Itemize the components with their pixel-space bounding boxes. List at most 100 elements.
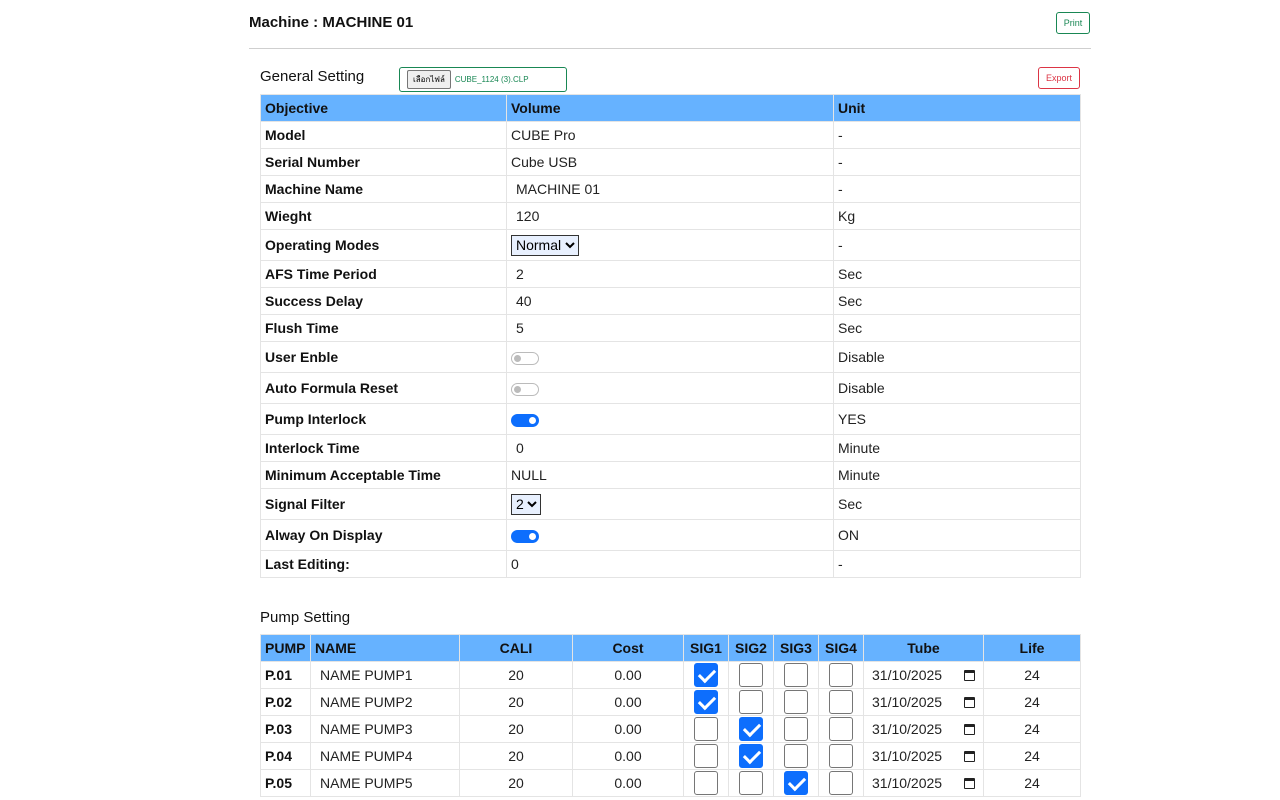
pump-name-input[interactable]: NAME PUMP3 [310, 715, 460, 743]
calendar-icon[interactable] [964, 750, 975, 762]
sig3-checkbox[interactable] [784, 717, 808, 741]
pump-id: P.04 [260, 742, 311, 770]
pump-life-value: 24 [983, 688, 1081, 716]
tube-date-input[interactable]: 31/10/2025 [868, 775, 979, 791]
tube-date-value: 31/10/2025 [872, 748, 943, 764]
operating-mode-select[interactable]: Normal [511, 234, 579, 256]
export-button[interactable]: Export [1038, 67, 1080, 89]
setting-unit: Sec [833, 314, 1081, 342]
tube-date-input[interactable]: 31/10/2025 [868, 721, 979, 737]
calendar-icon[interactable] [964, 696, 975, 708]
setting-label: Signal Filter [260, 488, 507, 520]
setting-label: Model [260, 121, 507, 149]
calendar-icon[interactable] [964, 723, 975, 735]
setting-row-success-delay: Success Delay 40 Sec [260, 287, 1081, 315]
pump-name-input[interactable]: NAME PUMP1 [310, 661, 460, 689]
setting-row-interlock-time: Interlock Time 0 Minute [260, 434, 1081, 462]
success-delay-input[interactable]: 40 [506, 287, 834, 315]
tube-date-input[interactable]: 31/10/2025 [868, 748, 979, 764]
setting-unit: - [833, 121, 1081, 149]
pump-row: P.04 NAME PUMP4 20 0.00 31/10/2025 24 [260, 742, 1081, 770]
sig3-checkbox[interactable] [784, 663, 808, 687]
setting-unit: - [833, 148, 1081, 176]
pump-cali-input[interactable]: 20 [459, 742, 573, 770]
sig1-checkbox[interactable] [694, 744, 718, 768]
always-on-display-toggle[interactable] [511, 529, 539, 543]
sig2-checkbox[interactable] [739, 690, 763, 714]
setting-row-user-enable: User Enble Disable [260, 341, 1081, 373]
machine-name-input[interactable]: MACHINE 01 [506, 175, 834, 203]
user-enable-toggle[interactable] [511, 351, 539, 365]
sig3-checkbox[interactable] [784, 744, 808, 768]
column-header-cost: Cost [572, 634, 684, 662]
sig3-checkbox[interactable] [784, 690, 808, 714]
sig3-checkbox[interactable] [784, 771, 808, 795]
sig4-checkbox[interactable] [829, 717, 853, 741]
pump-cali-input[interactable]: 20 [459, 715, 573, 743]
pump-cost-input[interactable]: 0.00 [572, 661, 684, 689]
sig4-checkbox[interactable] [829, 690, 853, 714]
column-header-volume: Volume [506, 94, 834, 122]
pump-cali-input[interactable]: 20 [459, 688, 573, 716]
pump-cali-input[interactable]: 20 [459, 769, 573, 797]
sig4-checkbox[interactable] [829, 663, 853, 687]
sig4-checkbox[interactable] [829, 771, 853, 795]
choose-file-button[interactable]: เลือกไฟล์ [407, 70, 451, 89]
tube-date-input[interactable]: 31/10/2025 [868, 667, 979, 683]
setting-unit: Minute [833, 461, 1081, 489]
sig4-checkbox[interactable] [829, 744, 853, 768]
afs-time-period-input[interactable]: 2 [506, 260, 834, 288]
pump-name-input[interactable]: NAME PUMP2 [310, 688, 460, 716]
pump-cali-input[interactable]: 20 [459, 661, 573, 689]
column-header-pump: PUMP [260, 634, 311, 662]
column-header-sig3: SIG3 [773, 634, 819, 662]
sig1-checkbox[interactable] [694, 663, 718, 687]
sig1-checkbox[interactable] [694, 717, 718, 741]
setting-row-weight: Wieght 120 Kg [260, 202, 1081, 230]
tube-date-input[interactable]: 31/10/2025 [868, 694, 979, 710]
setting-unit: Disable [833, 341, 1081, 373]
sig2-checkbox[interactable] [739, 717, 763, 741]
print-button[interactable]: Print [1056, 12, 1090, 34]
tube-date-value: 31/10/2025 [872, 775, 943, 791]
pump-cost-input[interactable]: 0.00 [572, 715, 684, 743]
sig2-checkbox[interactable] [739, 744, 763, 768]
setting-unit: Kg [833, 202, 1081, 230]
calendar-icon[interactable] [964, 669, 975, 681]
file-input[interactable]: เลือกไฟล์ CUBE_1124 (3).CLP [399, 67, 567, 92]
auto-formula-reset-toggle[interactable] [511, 382, 539, 396]
sig1-checkbox[interactable] [694, 771, 718, 795]
pump-interlock-toggle[interactable] [511, 413, 539, 427]
setting-unit: Sec [833, 260, 1081, 288]
flush-time-input[interactable]: 5 [506, 314, 834, 342]
pump-cost-input[interactable]: 0.00 [572, 769, 684, 797]
pump-life-value: 24 [983, 715, 1081, 743]
sig2-checkbox[interactable] [739, 771, 763, 795]
pump-row: P.01 NAME PUMP1 20 0.00 31/10/2025 24 [260, 661, 1081, 689]
interlock-time-input[interactable]: 0 [506, 434, 834, 462]
general-setting-table: Objective Volume Unit Model CUBE Pro - S… [260, 94, 1081, 578]
sig1-checkbox[interactable] [694, 690, 718, 714]
pump-row: P.05 NAME PUMP5 20 0.00 31/10/2025 24 [260, 769, 1081, 797]
weight-input[interactable]: 120 [506, 202, 834, 230]
setting-row-signal-filter: Signal Filter 2 Sec [260, 488, 1081, 520]
column-header-unit: Unit [833, 94, 1081, 122]
pump-id: P.05 [260, 769, 311, 797]
pump-life-value: 24 [983, 661, 1081, 689]
signal-filter-select[interactable]: 2 [511, 493, 541, 515]
setting-unit: - [833, 229, 1081, 261]
pump-cost-input[interactable]: 0.00 [572, 742, 684, 770]
pump-name-input[interactable]: NAME PUMP4 [310, 742, 460, 770]
pump-id: P.02 [260, 688, 311, 716]
setting-row-minimum-acceptable-time: Minimum Acceptable Time NULL Minute [260, 461, 1081, 489]
pump-setting-title: Pump Setting [260, 609, 351, 626]
pump-name-input[interactable]: NAME PUMP5 [310, 769, 460, 797]
pump-row: P.03 NAME PUMP3 20 0.00 31/10/2025 24 [260, 715, 1081, 743]
pump-cost-input[interactable]: 0.00 [572, 688, 684, 716]
sig2-checkbox[interactable] [739, 663, 763, 687]
setting-label: Machine Name [260, 175, 507, 203]
column-header-sig4: SIG4 [818, 634, 864, 662]
setting-label: Operating Modes [260, 229, 507, 261]
calendar-icon[interactable] [964, 777, 975, 789]
pump-id: P.03 [260, 715, 311, 743]
